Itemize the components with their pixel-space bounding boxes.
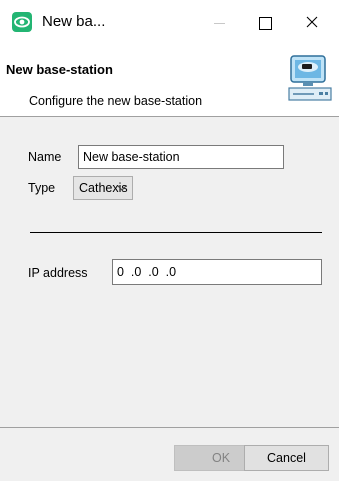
ip-address-input[interactable]: 0 .0 .0 .0	[112, 259, 322, 285]
cancel-button[interactable]: Cancel	[244, 445, 329, 471]
ip-address-label: IP address	[28, 266, 88, 280]
title-bar[interactable]: New ba...	[0, 0, 339, 46]
dialog-body: Name New base-station Type Cathexis IP a…	[0, 117, 339, 427]
app-eye-icon	[12, 12, 32, 32]
name-input[interactable]: New base-station	[78, 145, 284, 169]
section-divider	[30, 232, 322, 233]
maximize-icon	[259, 17, 272, 30]
dialog-footer: OK Cancel	[0, 428, 339, 481]
new-base-station-dialog: New ba... New base-station Configure the…	[0, 0, 339, 481]
chevron-down-icon	[117, 185, 127, 191]
minimize-icon	[214, 23, 225, 24]
type-dropdown[interactable]: Cathexis	[73, 176, 133, 200]
dialog-header: New base-station Configure the new base-…	[0, 46, 339, 116]
base-station-computer-icon	[288, 55, 332, 101]
name-label: Name	[28, 150, 62, 164]
window-title: New ba...	[42, 13, 106, 30]
minimize-button[interactable]	[196, 8, 242, 38]
header-title: New base-station	[6, 62, 113, 77]
header-subtitle: Configure the new base-station	[29, 94, 203, 108]
close-icon	[306, 16, 318, 28]
close-button[interactable]	[289, 8, 335, 38]
type-label: Type	[28, 181, 56, 195]
maximize-button[interactable]	[242, 8, 288, 38]
